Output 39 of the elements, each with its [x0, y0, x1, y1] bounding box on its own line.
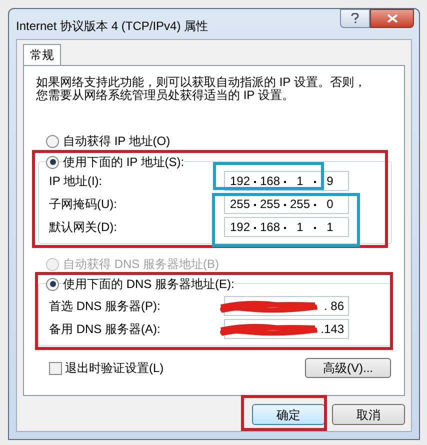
radio-button[interactable] [46, 134, 59, 148]
ip-octet: 192 [228, 220, 252, 234]
checkbox-label: 退出时验证设置(L) [65, 361, 164, 375]
ip-octet: 168 [258, 220, 282, 234]
ok-button[interactable]: 确定 [252, 404, 325, 425]
ip-address-field[interactable]: 255 255 255 0 [224, 194, 349, 214]
ip-octet: 192 [228, 174, 252, 188]
radio-button[interactable] [46, 156, 59, 168]
radio-label: 使用下面的 IP 地址(S): [63, 155, 184, 169]
ip-address-field[interactable]: 192 168 1 1 [224, 217, 349, 237]
field-label: 子网掩码(U): [49, 197, 117, 211]
tab[interactable]: 常规 [23, 44, 61, 65]
radio-label: 自动获得 DNS 服务器地址(B) [63, 257, 219, 271]
close-icon [386, 14, 398, 23]
ip-octet: 1 [326, 220, 334, 234]
field-label: IP 地址(I): [49, 174, 102, 188]
checkbox[interactable] [49, 362, 62, 374]
help-icon [351, 13, 359, 24]
field-label: 备用 DNS 服务器(A): [49, 322, 160, 336]
close-button[interactable] [370, 9, 414, 28]
description-text: 您需要从网络系统管理员处获得适当的 IP 设置。 [36, 89, 295, 102]
ip-octet: 0 [326, 197, 334, 211]
advanced-button[interactable]: 高级(V)... [305, 358, 391, 378]
ip-octet: 1 [296, 174, 304, 188]
window-title: Internet 协议版本 4 (TCP/IPv4) 属性 [16, 18, 208, 35]
cancel-button[interactable]: 取消 [332, 404, 405, 425]
ip-octet: 255 [258, 197, 282, 211]
ip-octet: 1 [296, 220, 304, 234]
field-label: 默认网关(D): [49, 220, 117, 234]
radio-label: 自动获得 IP 地址(O) [63, 134, 170, 148]
ip-octet: 9 [326, 174, 334, 188]
description-text: 如果网络支持此功能，则可以获取自动指派的 IP 设置。否则， [36, 76, 367, 89]
help-button[interactable] [340, 9, 370, 28]
radio-label: 使用下面的 DNS 服务器地址(E): [63, 277, 234, 291]
field-label: 首选 DNS 服务器(P): [49, 299, 160, 313]
ip-octet: 255 [288, 197, 312, 211]
ip-octet: 168 [258, 174, 282, 188]
ip-octet: 255 [228, 197, 252, 211]
radio-button[interactable] [46, 278, 59, 290]
